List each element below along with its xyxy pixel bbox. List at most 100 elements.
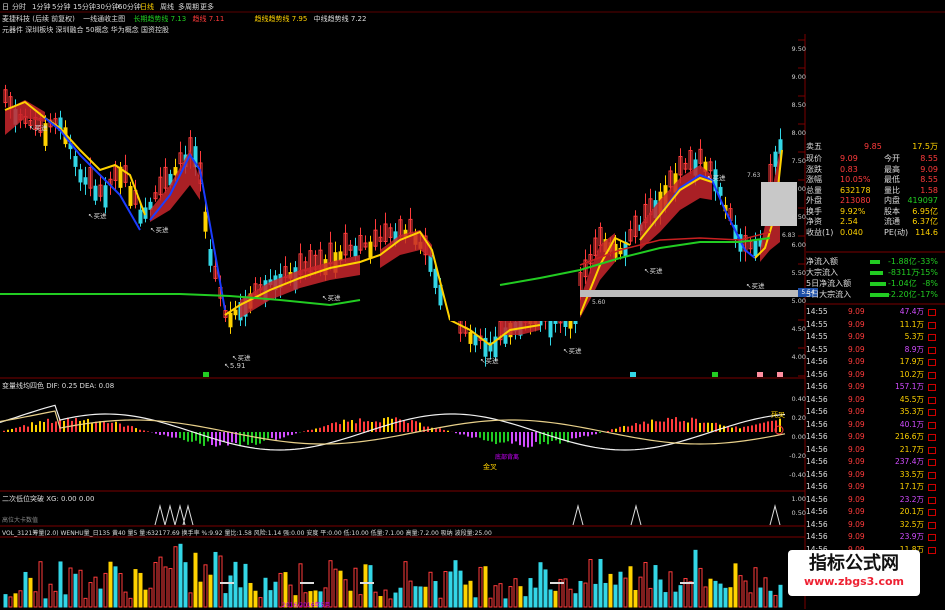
volume-bar bbox=[153, 562, 158, 608]
volume-bar bbox=[338, 570, 343, 608]
indicator-name[interactable]: 一线通收主图 bbox=[83, 15, 125, 23]
candle-body bbox=[203, 211, 208, 232]
tick-volume: 40.1万 bbox=[899, 419, 924, 429]
volume-bar bbox=[768, 590, 773, 608]
volume-bar bbox=[193, 552, 198, 608]
tick-direction bbox=[928, 521, 936, 529]
quote-value-left: 9.09 bbox=[840, 154, 858, 163]
buy-signal-7: ↖买进 bbox=[746, 282, 765, 290]
tab-5[interactable]: 30分钟 bbox=[96, 2, 119, 12]
y-tick-macd-0: 0.40 bbox=[791, 395, 806, 403]
quote-row-6: 净资 2.54 流通 6.37亿 bbox=[806, 217, 940, 227]
volume-bar bbox=[98, 588, 103, 608]
volume-bar bbox=[83, 597, 88, 608]
tick-time: 14:56 bbox=[806, 482, 828, 491]
volume-bar bbox=[738, 575, 743, 608]
y-tick-main-2: 8.50 bbox=[791, 101, 806, 109]
tab-4[interactable]: 15分钟 bbox=[73, 2, 96, 12]
candle-body bbox=[368, 241, 373, 258]
tab-3[interactable]: 5分钟 bbox=[52, 2, 70, 12]
volume-bar bbox=[348, 590, 353, 608]
mid-label: 趋线 bbox=[192, 15, 207, 23]
quote-value-left: 9.92% bbox=[840, 206, 866, 216]
volume-bar bbox=[553, 590, 558, 608]
tab-1[interactable]: 分时 bbox=[12, 2, 26, 12]
tick-row-7: 14:56 9.09 45.5万 bbox=[806, 394, 938, 405]
tick-volume: 23.2万 bbox=[899, 494, 924, 504]
signal-marker bbox=[777, 372, 783, 377]
volume-bar bbox=[18, 590, 23, 608]
candle-body bbox=[103, 185, 108, 208]
volume-bar bbox=[178, 543, 183, 608]
volume-bar bbox=[418, 586, 423, 608]
volume-bar bbox=[763, 577, 768, 608]
breakout-panel-sublabel: 高位大卡数值 bbox=[2, 517, 39, 524]
volume-bar bbox=[28, 577, 33, 608]
volume-bar bbox=[473, 597, 478, 608]
volume-bar bbox=[88, 582, 93, 608]
tick-time: 14:55 bbox=[806, 344, 828, 354]
volume-bar bbox=[198, 581, 203, 608]
watermark-url: www.zbgs3.com bbox=[803, 575, 905, 588]
fund-flow-bar bbox=[870, 293, 889, 297]
volume-bar bbox=[778, 584, 783, 608]
tab-9[interactable]: 多周期 bbox=[178, 2, 199, 12]
breakout-signal bbox=[769, 504, 781, 526]
buy-signal-6: ↖买进 bbox=[707, 174, 726, 182]
volume-bar bbox=[343, 579, 348, 608]
candle-body bbox=[433, 268, 438, 288]
volume-bar bbox=[463, 584, 468, 608]
tick-time: 14:56 bbox=[806, 532, 828, 541]
tab-8[interactable]: 周线 bbox=[160, 2, 174, 12]
buy-signal-1: ↖买进 bbox=[150, 226, 169, 234]
volume-bar bbox=[263, 577, 268, 608]
tick-row-3: 14:55 9.09 8.9万 bbox=[806, 344, 938, 355]
tick-row-14: 14:56 9.09 17.1万 bbox=[806, 481, 938, 492]
short-trend-label: 长期趋势线 bbox=[133, 15, 169, 23]
tick-price: 9.09 bbox=[848, 382, 865, 391]
tab-7[interactable]: 日线 bbox=[140, 2, 154, 12]
mid-trend-label: 中线趋势线 bbox=[313, 15, 349, 23]
volume-bar bbox=[733, 563, 738, 608]
tick-price: 9.09 bbox=[848, 357, 865, 366]
sell-five-price: 9.85 bbox=[864, 142, 882, 151]
gap-band bbox=[578, 290, 800, 297]
volume-bar bbox=[188, 592, 193, 608]
tick-row-1: 14:55 9.09 11.1万 bbox=[806, 319, 938, 330]
quote-value-left: 2.54 bbox=[840, 217, 858, 226]
volume-bar bbox=[498, 583, 503, 608]
volume-bar bbox=[23, 571, 28, 608]
volume-bars bbox=[3, 543, 783, 608]
quote-label-right: 股本 bbox=[884, 206, 900, 216]
volume-bar bbox=[238, 587, 243, 608]
tab-2[interactable]: 1分钟 bbox=[32, 2, 50, 12]
candle-body bbox=[78, 169, 83, 183]
volume-bar bbox=[393, 592, 398, 608]
volume-bar bbox=[253, 590, 258, 608]
candle-body bbox=[718, 186, 723, 196]
quote-label-left: 换手 bbox=[806, 206, 822, 216]
volume-bar bbox=[48, 583, 53, 608]
tick-direction bbox=[928, 459, 936, 466]
volume-bar bbox=[453, 560, 458, 608]
volume-bar bbox=[118, 573, 123, 608]
volume-bar bbox=[58, 561, 63, 608]
volume-bar bbox=[148, 587, 153, 608]
volume-bar bbox=[333, 568, 338, 608]
volume-bar bbox=[383, 589, 388, 608]
candle-body bbox=[753, 240, 758, 257]
sell-five-volume: 17.5万 bbox=[912, 142, 938, 151]
concept-line: 元器件 深圳板块 深圳融合 50概念 华为概念 国资控股 bbox=[2, 26, 170, 34]
quote-value-left: 632178 bbox=[840, 185, 871, 195]
tick-time: 14:56 bbox=[806, 507, 828, 516]
volume-bar bbox=[718, 583, 723, 608]
macd-gold-cross-label: 金叉 bbox=[483, 463, 497, 471]
candle-body bbox=[128, 185, 133, 206]
fund-flow-value: -8311万 bbox=[888, 268, 920, 277]
tick-direction bbox=[928, 371, 936, 379]
tab-6[interactable]: 60分钟 bbox=[118, 2, 141, 12]
tick-time: 14:55 bbox=[806, 307, 828, 316]
quote-label-left: 外盘 bbox=[806, 196, 822, 205]
tab-10[interactable]: 更多 bbox=[200, 2, 214, 12]
tab-0[interactable]: 日 bbox=[2, 2, 9, 12]
